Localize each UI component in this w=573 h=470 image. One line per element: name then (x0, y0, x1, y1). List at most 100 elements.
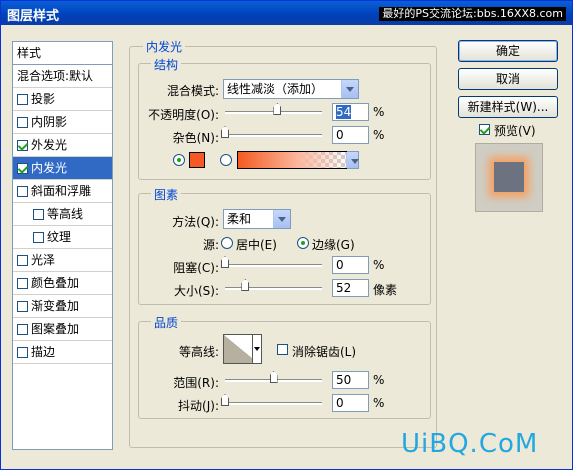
sidebar-item-checkbox[interactable] (17, 255, 28, 266)
sidebar-item-checkbox[interactable] (17, 94, 28, 105)
inner-glow-title: 内发光 (143, 38, 186, 55)
contour-dropdown[interactable] (252, 334, 262, 364)
jitter-slider[interactable] (221, 394, 322, 408)
chevron-down-icon (346, 152, 359, 168)
size-value: 52 (336, 281, 352, 295)
cancel-button[interactable]: 取消 (458, 68, 558, 90)
sidebar-item-label: 等高线 (47, 207, 84, 221)
method-label: 方法(Q): (172, 215, 219, 229)
noise-unit: % (373, 128, 385, 142)
preview-label: 预览(V) (494, 124, 536, 138)
range-slider[interactable] (225, 371, 322, 385)
preview-checkbox[interactable] (479, 124, 490, 135)
sidebar-item-checkbox[interactable] (17, 324, 28, 335)
noise-input[interactable]: 0 (332, 126, 369, 144)
sidebar-item-checkbox[interactable] (17, 163, 28, 174)
size-slider[interactable] (225, 279, 322, 293)
blend-mode-value: 线性减淡（添加） (227, 82, 324, 96)
choke-input[interactable]: 0 (332, 256, 369, 274)
slider-track (225, 402, 322, 405)
source-edge-label: 边缘(G) (312, 238, 355, 252)
preview-thumbnail (494, 162, 524, 192)
sidebar-item[interactable]: 颜色叠加 (13, 272, 112, 295)
contour-label: 等高线: (178, 345, 219, 359)
blend-mode-label: 混合模式: (166, 84, 219, 98)
sidebar-item[interactable]: 光泽 (13, 249, 112, 272)
sidebar-item-label: 内阴影 (31, 115, 68, 129)
sidebar-item[interactable]: 描边 (13, 341, 112, 364)
antialias-label: 消除锯齿(L) (292, 345, 357, 359)
sidebar-item[interactable]: 渐变叠加 (13, 295, 112, 318)
sidebar-item-checkbox[interactable] (17, 278, 28, 289)
sidebar-item-checkbox[interactable] (17, 347, 28, 358)
sidebar-item[interactable]: 纹理 (13, 226, 112, 249)
jitter-input[interactable]: 0 (332, 394, 369, 412)
slider-track (225, 134, 322, 137)
size-unit: 像素 (373, 283, 398, 297)
layer-style-dialog: 图层样式 最好的PS交流论坛:bbs.16XX8.com 样式 混合选项:默认投… (0, 0, 573, 470)
sidebar-item-checkbox[interactable] (33, 209, 44, 220)
opacity-input[interactable]: 54 (332, 103, 369, 121)
gradient-radio[interactable] (220, 154, 232, 166)
sidebar-item-label: 内发光 (31, 161, 68, 175)
choke-slider[interactable] (221, 256, 322, 270)
choke-value: 0 (336, 258, 344, 272)
chevron-down-icon (341, 80, 358, 98)
choke-unit: % (373, 258, 385, 272)
source-center-label: 居中(E) (236, 238, 277, 252)
sidebar-item-label: 颜色叠加 (31, 276, 80, 290)
sidebar-item-label: 光泽 (31, 253, 56, 267)
range-unit: % (373, 373, 385, 387)
jitter-value: 0 (336, 396, 344, 410)
gradient-dropdown[interactable] (346, 151, 359, 169)
glow-color-swatch[interactable] (189, 152, 205, 168)
gradient-picker[interactable] (237, 151, 349, 169)
source-edge-radio[interactable] (297, 237, 309, 249)
size-label: 大小(S): (173, 284, 219, 298)
size-input[interactable]: 52 (332, 279, 369, 297)
sidebar-item[interactable]: 内阴影 (13, 111, 112, 134)
sidebar-item[interactable]: 等高线 (13, 203, 112, 226)
window-title: 图层样式 (7, 9, 60, 24)
range-input[interactable]: 50 (332, 371, 369, 389)
noise-label: 杂色(N): (172, 131, 219, 145)
sidebar-item-checkbox[interactable] (17, 301, 28, 312)
forum-watermark: 最好的PS交流论坛:bbs.16XX8.com (379, 7, 566, 21)
opacity-label: 不透明度(O): (148, 108, 219, 122)
source-label: 源: (202, 238, 219, 252)
title-bar[interactable]: 图层样式 最好的PS交流论坛:bbs.16XX8.com (1, 1, 572, 25)
slider-track (225, 287, 322, 290)
sidebar-item-label: 混合选项:默认 (17, 69, 94, 83)
sidebar-item-label: 图案叠加 (31, 322, 80, 336)
sidebar-item[interactable]: 混合选项:默认 (13, 65, 112, 88)
sidebar-item[interactable]: 外发光 (13, 134, 112, 157)
new-style-button[interactable]: 新建样式(W)... (458, 96, 558, 118)
sidebar-item[interactable]: 图案叠加 (13, 318, 112, 341)
sidebar-item[interactable]: 斜面和浮雕 (13, 180, 112, 203)
slider-track (225, 264, 322, 267)
opacity-slider[interactable] (225, 103, 322, 117)
opacity-unit: % (373, 105, 385, 119)
jitter-unit: % (373, 396, 385, 410)
sidebar-item[interactable]: 内发光 (13, 157, 112, 180)
solid-color-radio[interactable] (173, 154, 185, 166)
sidebar-item-label: 渐变叠加 (31, 299, 80, 313)
method-select[interactable]: 柔和 (223, 209, 291, 229)
sidebar-item-checkbox[interactable] (17, 117, 28, 128)
sidebar-item-checkbox[interactable] (17, 140, 28, 151)
ok-button[interactable]: 确定 (458, 40, 558, 62)
blend-mode-select[interactable]: 线性减淡（添加） (223, 79, 359, 99)
sidebar-item-checkbox[interactable] (33, 232, 44, 243)
sidebar-item-label: 描边 (31, 345, 56, 359)
noise-slider[interactable] (221, 126, 322, 140)
source-center-radio[interactable] (221, 237, 233, 249)
site-watermark: UiBQ.CoM (401, 429, 539, 459)
styles-header[interactable]: 样式 (13, 42, 112, 65)
structure-title: 结构 (151, 56, 182, 73)
noise-value: 0 (336, 128, 344, 142)
chevron-down-icon (273, 210, 290, 228)
range-value: 50 (336, 373, 352, 387)
antialias-checkbox[interactable] (277, 344, 288, 355)
sidebar-item[interactable]: 投影 (13, 88, 112, 111)
sidebar-item-checkbox[interactable] (17, 186, 28, 197)
